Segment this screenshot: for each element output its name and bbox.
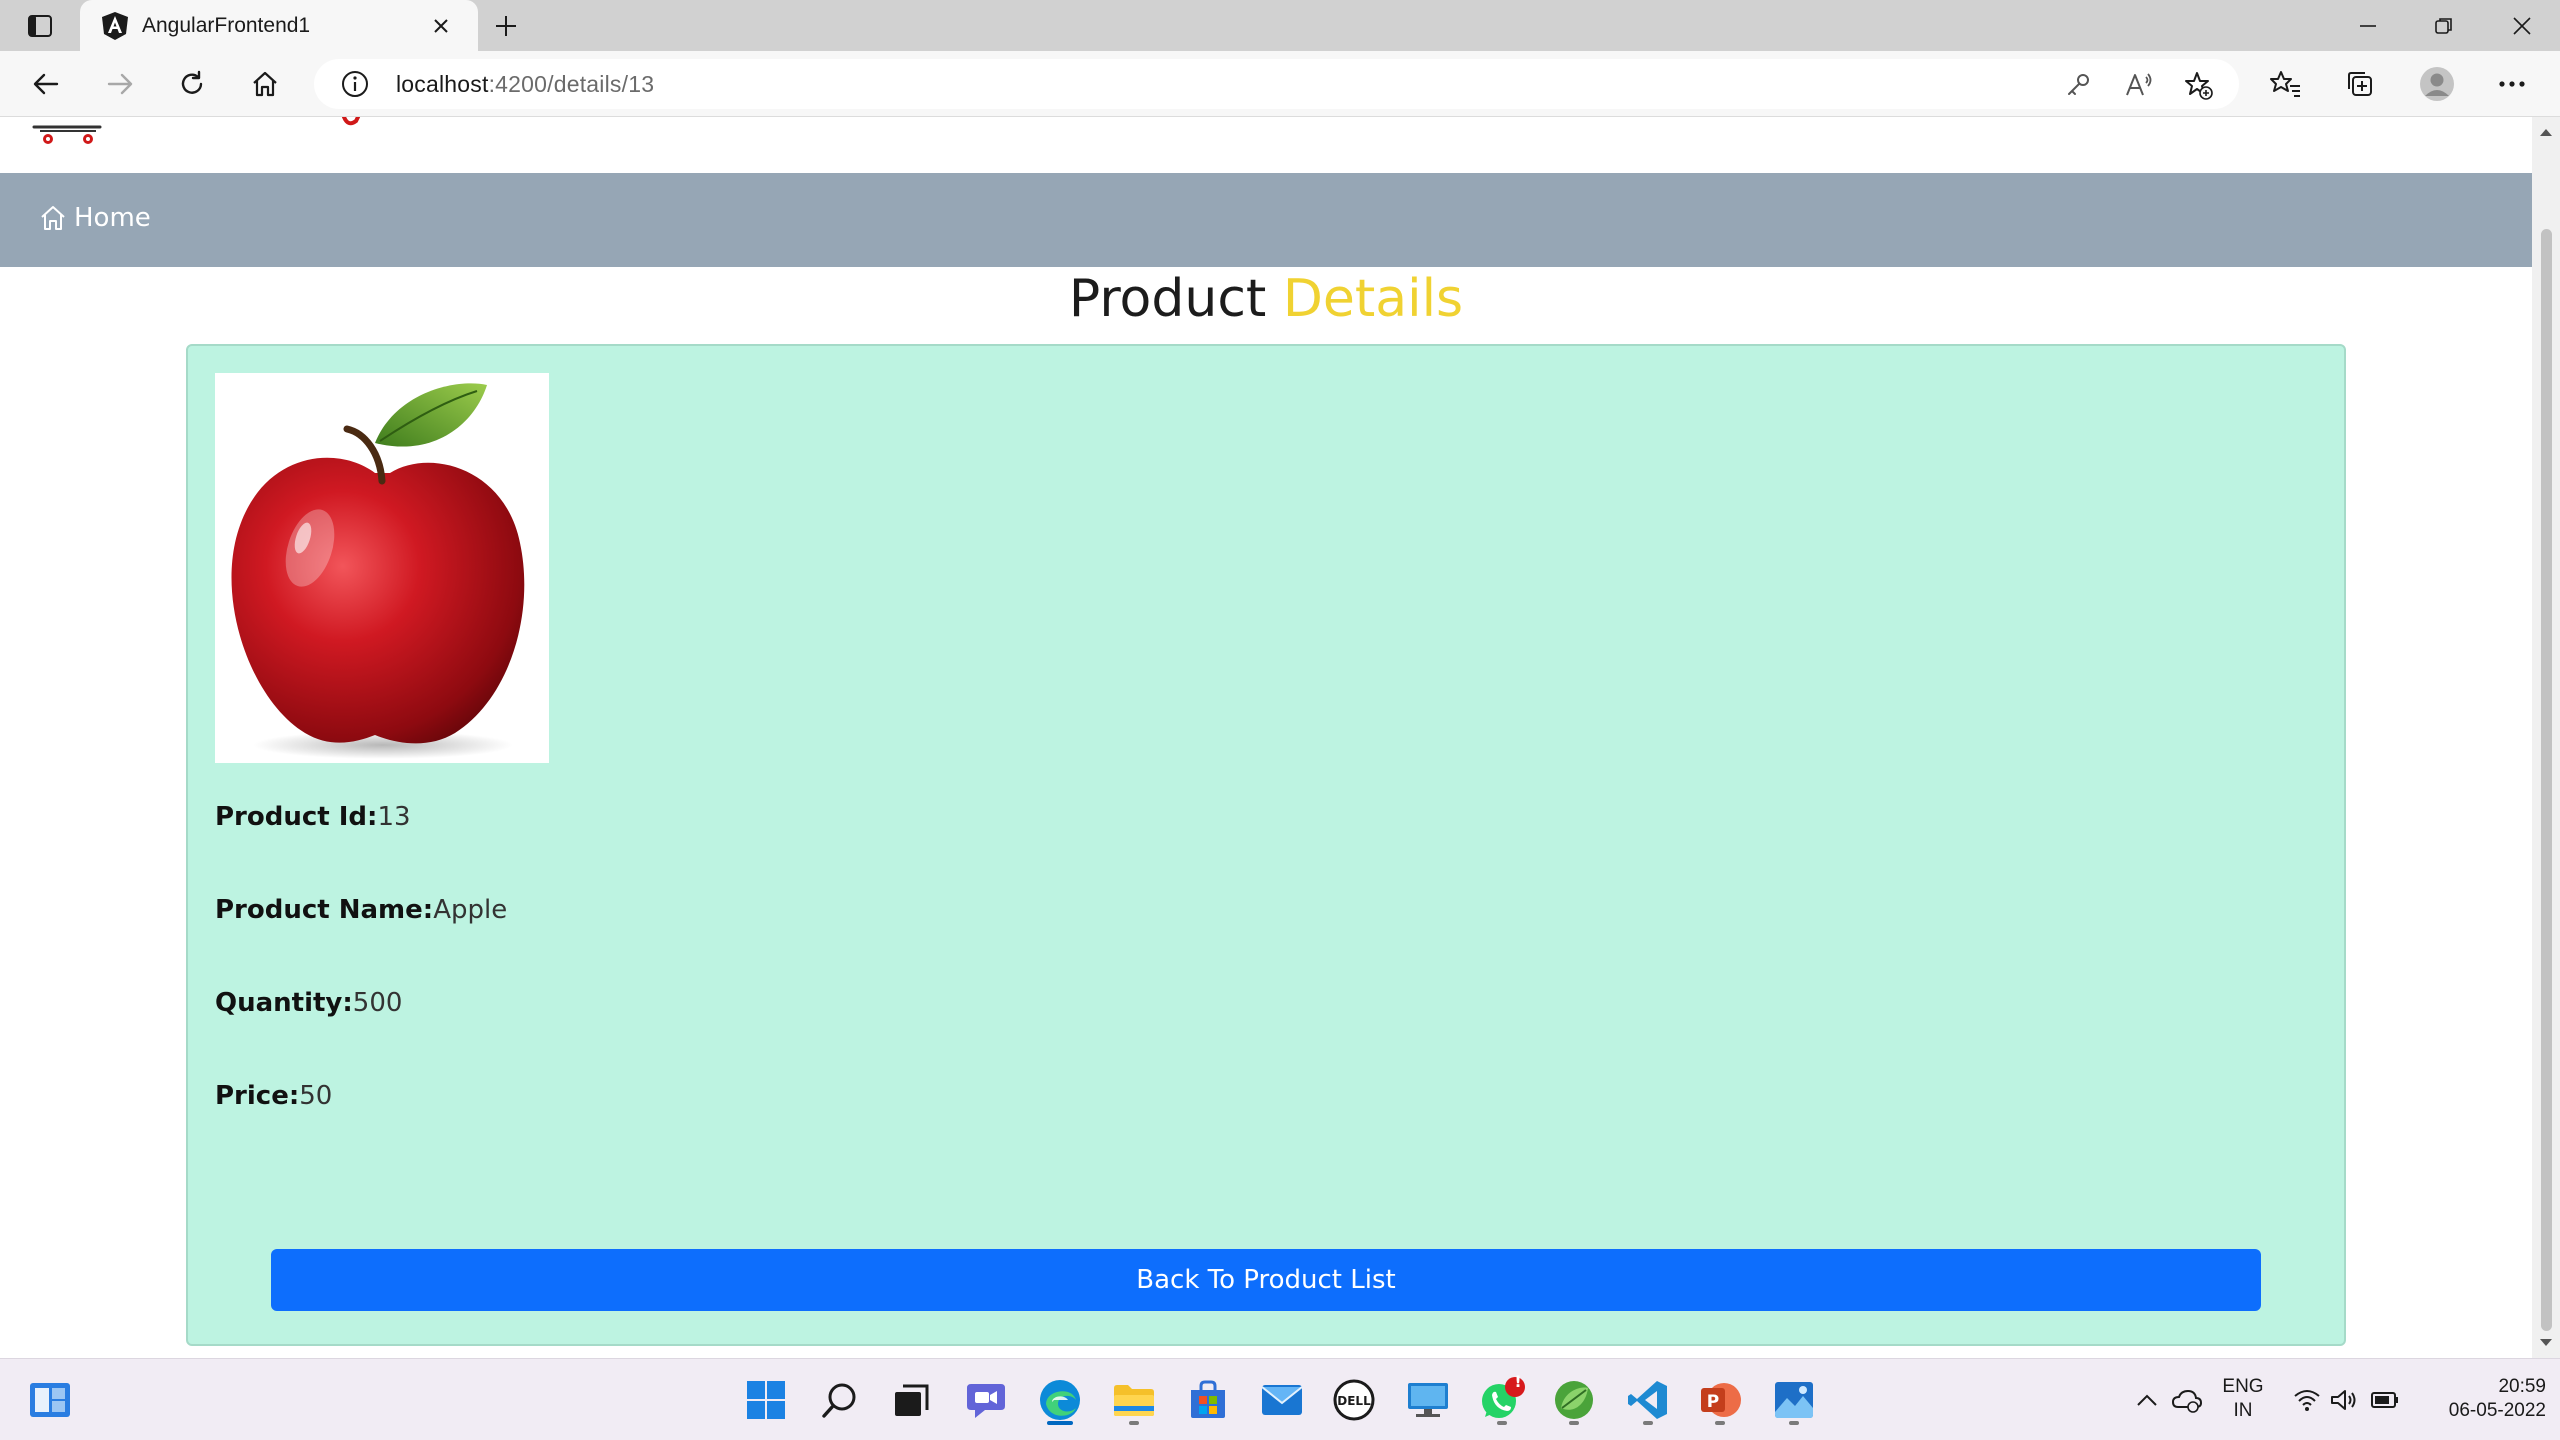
- quantity-value: 500: [352, 988, 403, 1018]
- whatsapp-indicator: [1497, 1421, 1507, 1425]
- remote-desktop-icon[interactable]: [1402, 1374, 1454, 1426]
- page-viewport: Home Product Details Product Id:13 Produ…: [0, 117, 2532, 1358]
- refresh-icon[interactable]: [168, 61, 216, 107]
- more-menu-icon[interactable]: [2488, 61, 2536, 107]
- page-title-part1: Product: [1068, 269, 1267, 329]
- price-value: 50: [299, 1081, 333, 1111]
- dell-icon[interactable]: DELL: [1328, 1374, 1380, 1426]
- page-title: Product Details: [0, 269, 2532, 329]
- svg-text:DELL: DELL: [1337, 1394, 1371, 1408]
- site-logo-strip: [0, 117, 2532, 173]
- address-host: localhost: [396, 70, 489, 97]
- show-hidden-icons-chevron-icon[interactable]: [2132, 1377, 2162, 1423]
- shopping-cart-logo-icon[interactable]: [32, 117, 104, 147]
- whatsapp-icon[interactable]: !: [1476, 1372, 1528, 1426]
- scrollbar-thumb[interactable]: [2541, 229, 2552, 1331]
- product-id-row: Product Id:13: [215, 802, 411, 832]
- product-details-card: Product Id:13 Product Name:Apple Quantit…: [186, 344, 2346, 1346]
- back-to-product-list-button[interactable]: Back To Product List: [271, 1249, 2261, 1311]
- tab-close-icon[interactable]: [424, 9, 458, 43]
- product-name-label: Product Name:: [215, 895, 434, 925]
- volume-icon[interactable]: [2328, 1377, 2362, 1423]
- apple-image-icon: [231, 383, 525, 759]
- clock-date: 06-05-2022: [2448, 1400, 2546, 1421]
- page-scrollbar[interactable]: [2532, 117, 2560, 1358]
- read-aloud-icon[interactable]: [2121, 67, 2157, 103]
- price-row: Price:50: [215, 1081, 332, 1111]
- quantity-row: Quantity:500: [215, 988, 402, 1018]
- mail-icon[interactable]: [1256, 1374, 1308, 1426]
- logo-text-fragment-icon: [342, 117, 360, 126]
- page-title-part2: Details: [1282, 269, 1464, 329]
- close-window-icon[interactable]: [2484, 0, 2560, 51]
- whatsapp-badge: !: [1514, 1372, 1522, 1391]
- home-nav-link[interactable]: Home: [40, 203, 151, 233]
- teams-chat-icon[interactable]: [960, 1374, 1012, 1426]
- vscode-icon[interactable]: [1622, 1374, 1674, 1426]
- minimize-icon[interactable]: [2330, 0, 2406, 51]
- browser-toolbar: localhost:4200/details/13: [0, 51, 2560, 117]
- profile-avatar-icon[interactable]: [2413, 61, 2461, 107]
- search-icon[interactable]: [814, 1374, 866, 1426]
- svg-text:P: P: [1707, 1392, 1719, 1412]
- edge-active-indicator: [1047, 1421, 1073, 1425]
- tab-actions-icon[interactable]: [14, 8, 66, 44]
- password-key-icon[interactable]: [2060, 67, 2096, 103]
- edge-browser-icon[interactable]: [1034, 1374, 1086, 1426]
- wifi-icon[interactable]: [2290, 1377, 2324, 1423]
- collections-icon[interactable]: [2336, 61, 2384, 107]
- home-nav-label: Home: [74, 203, 151, 233]
- quantity-label: Quantity:: [215, 988, 353, 1018]
- product-id-value: 13: [377, 802, 411, 832]
- angular-logo-icon: [102, 11, 128, 40]
- new-tab-icon[interactable]: [486, 7, 526, 45]
- language-code: ENG: [2222, 1376, 2264, 1397]
- language-region: IN: [2233, 1400, 2253, 1421]
- browser-tab-strip: AngularFrontend1: [0, 0, 2560, 51]
- scroll-down-arrow-icon[interactable]: [2539, 1338, 2553, 1348]
- powerpoint-icon[interactable]: P: [1694, 1374, 1746, 1426]
- restore-icon[interactable]: [2406, 0, 2482, 51]
- forward-arrow-icon[interactable]: [96, 61, 144, 107]
- home-nav-icon: [41, 206, 65, 230]
- site-info-icon[interactable]: [338, 67, 372, 101]
- page-navbar: Home: [0, 173, 2532, 267]
- file-explorer-icon[interactable]: [1108, 1374, 1160, 1426]
- microsoft-store-icon[interactable]: [1182, 1374, 1234, 1426]
- battery-icon[interactable]: [2368, 1377, 2402, 1423]
- product-image: [215, 373, 549, 763]
- product-name-row: Product Name:Apple: [215, 895, 507, 925]
- address-bar[interactable]: localhost:4200/details/13: [314, 59, 2239, 109]
- task-view-icon[interactable]: [886, 1374, 938, 1426]
- favorites-icon[interactable]: [2262, 61, 2310, 107]
- powerpoint-indicator: [1715, 1421, 1725, 1425]
- clock-time: 20:59: [2498, 1376, 2546, 1397]
- system-clock[interactable]: 20:59 06-05-2022: [2418, 1375, 2546, 1423]
- product-name-value: Apple: [433, 895, 508, 925]
- start-windows-icon[interactable]: [740, 1374, 792, 1426]
- photos-icon[interactable]: [1768, 1374, 1820, 1426]
- price-label: Price:: [215, 1081, 300, 1111]
- onedrive-sync-icon[interactable]: [2170, 1377, 2204, 1423]
- photos-indicator: [1789, 1421, 1799, 1425]
- add-favorite-icon[interactable]: [2180, 67, 2216, 103]
- product-id-label: Product Id:: [215, 802, 378, 832]
- file-explorer-indicator: [1129, 1421, 1139, 1425]
- tab-title: AngularFrontend1: [142, 13, 311, 37]
- windows-taskbar: DELL ! P ENG IN 20:59 06-05-2022: [0, 1358, 2560, 1440]
- address-path: :4200/details/13: [488, 70, 655, 97]
- widgets-icon[interactable]: [24, 1374, 76, 1426]
- browser-tab[interactable]: AngularFrontend1: [80, 0, 478, 51]
- scroll-up-arrow-icon[interactable]: [2539, 127, 2553, 137]
- spring-tool-suite-icon[interactable]: [1548, 1374, 1600, 1426]
- home-icon[interactable]: [241, 61, 289, 107]
- vscode-indicator: [1643, 1421, 1653, 1425]
- input-language-indicator[interactable]: ENG IN: [2210, 1375, 2276, 1423]
- back-arrow-icon[interactable]: [22, 61, 70, 107]
- spring-tool-indicator: [1569, 1421, 1579, 1425]
- address-url[interactable]: localhost:4200/details/13: [396, 71, 654, 98]
